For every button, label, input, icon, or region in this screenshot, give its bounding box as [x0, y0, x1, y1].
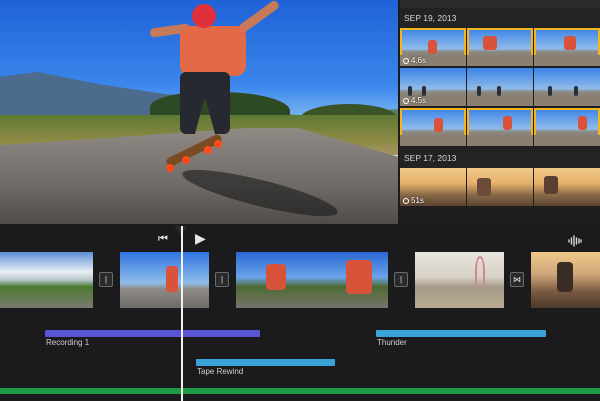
clip-duration: 4.5s — [403, 96, 426, 105]
clip-duration: 4.6s — [403, 56, 426, 65]
skater-arm-right — [237, 0, 281, 34]
media-clip[interactable] — [467, 68, 533, 106]
media-clip[interactable] — [467, 28, 533, 66]
timeline-clip[interactable] — [531, 252, 600, 308]
audio-track-tape-rewind[interactable] — [196, 359, 335, 366]
media-clip[interactable] — [400, 108, 466, 146]
clock-icon — [403, 98, 409, 104]
audio-waveform-icon[interactable] — [568, 234, 582, 247]
clip-row: 4.6s — [400, 28, 600, 66]
playhead[interactable] — [181, 226, 183, 401]
timeline-clip[interactable] — [236, 252, 388, 308]
timeline-clip[interactable] — [415, 252, 504, 308]
play-button[interactable]: ▶ — [195, 231, 206, 245]
media-clip[interactable] — [467, 108, 533, 146]
imovie-editor: SEP 19, 2013 4.6s 4.5s SEP 17, 2013 51s … — [0, 0, 600, 401]
skateboard-wheel — [182, 156, 190, 164]
media-clip[interactable]: 4.5s — [400, 68, 466, 106]
media-clip[interactable] — [534, 108, 600, 146]
audio-track-recording[interactable] — [45, 330, 260, 337]
clip-duration: 51s — [403, 196, 424, 205]
transition-button[interactable]: | — [215, 272, 229, 287]
media-clip[interactable]: 51s — [400, 168, 466, 206]
preview-viewer[interactable] — [0, 0, 398, 224]
audio-track-label: Recording 1 — [46, 338, 90, 347]
media-browser[interactable]: SEP 19, 2013 4.6s 4.5s SEP 17, 2013 51s — [400, 0, 600, 224]
transition-button[interactable]: | — [99, 272, 113, 287]
clip-row: 51s — [400, 168, 600, 206]
background-music-track[interactable] — [0, 388, 600, 394]
skater-shirt — [180, 26, 246, 76]
audio-track-label: Tape Rewind — [197, 367, 244, 376]
audio-track-thunder[interactable] — [376, 330, 546, 337]
clip-row: 4.5s — [400, 68, 600, 106]
media-clip[interactable] — [467, 168, 533, 206]
transition-button[interactable]: | — [394, 272, 408, 287]
skateboard-wheel — [166, 164, 174, 172]
skateboard-wheel — [214, 140, 222, 148]
browser-topbar — [400, 0, 600, 8]
skateboard-wheel — [204, 146, 212, 154]
clip-row — [400, 108, 600, 146]
timeline-clip[interactable] — [0, 252, 93, 308]
cross-dissolve-transition-icon[interactable]: ⋈ — [510, 272, 524, 287]
timeline[interactable]: ⏮ ▶ | | | ⋈ Recording 1 Thunder Tape Rew… — [0, 226, 600, 401]
clock-icon — [403, 58, 409, 64]
skater-helmet — [192, 4, 216, 28]
media-clip[interactable]: 4.6s — [400, 28, 466, 66]
media-clip[interactable] — [534, 68, 600, 106]
audio-track-label: Thunder — [377, 338, 407, 347]
media-clip[interactable] — [534, 28, 600, 66]
media-clip[interactable] — [534, 168, 600, 206]
date-header: SEP 17, 2013 — [400, 148, 600, 168]
clock-icon — [403, 198, 409, 204]
timeline-clip[interactable] — [120, 252, 209, 308]
date-header: SEP 19, 2013 — [400, 8, 600, 28]
rewind-to-start-button[interactable]: ⏮ — [158, 233, 168, 246]
